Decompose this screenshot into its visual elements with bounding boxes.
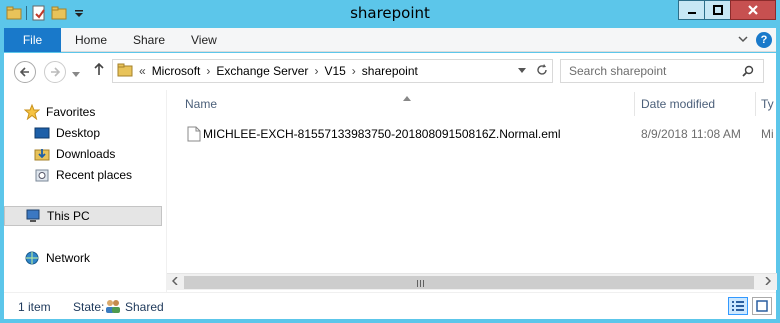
column-separator[interactable]: [755, 92, 756, 116]
tab-share[interactable]: Share: [133, 28, 165, 52]
nav-label: Recent places: [56, 168, 133, 182]
details-view-button[interactable]: [728, 297, 748, 315]
breadcrumb-sharepoint[interactable]: sharepoint: [362, 64, 418, 78]
close-icon: [748, 5, 758, 15]
address-dropdown-icon[interactable]: [518, 64, 526, 79]
tab-home[interactable]: Home: [75, 28, 107, 52]
breadcrumb-overflow[interactable]: «: [139, 64, 146, 78]
back-arrow-icon: [19, 67, 29, 77]
tab-view[interactable]: View: [191, 28, 217, 52]
nav-item-desktop[interactable]: Desktop: [4, 123, 162, 143]
status-bar: 1 item State: Shared: [4, 292, 776, 319]
address-row: « Microsoft › Exchange Server › V15 › sh…: [4, 53, 776, 90]
grip-icon: [416, 279, 426, 289]
breadcrumb-exchange-server[interactable]: Exchange Server: [216, 64, 308, 78]
nav-label: Desktop: [56, 126, 101, 140]
file-list: Name Date modified Ty MICHLEE-EXCH-81557…: [166, 90, 777, 292]
scroll-right-button[interactable]: [760, 275, 776, 290]
recent-places-icon: [34, 167, 50, 183]
star-icon: [23, 103, 41, 121]
column-separator[interactable]: [634, 92, 635, 116]
scrollbar-thumb[interactable]: [184, 276, 754, 289]
navigation-pane: Favorites Desktop Downloads Recent place…: [4, 90, 162, 292]
breadcrumb-separator[interactable]: ›: [314, 64, 318, 78]
expand-ribbon-icon[interactable]: [738, 33, 748, 47]
up-arrow-icon: [94, 62, 104, 75]
minimize-icon: [687, 12, 696, 14]
network-icon: [24, 250, 40, 266]
nav-label: Favorites: [46, 105, 96, 119]
large-icons-view-button[interactable]: [752, 297, 772, 315]
file-type: Mi: [761, 127, 774, 141]
breadcrumb-separator[interactable]: ›: [352, 64, 356, 78]
file-date-modified: 8/9/2018 11:08 AM: [641, 127, 741, 141]
column-header-type[interactable]: Ty: [761, 94, 777, 118]
chevron-right-icon: [765, 276, 772, 286]
downloads-icon: [34, 146, 50, 162]
window-title: sharepoint: [350, 4, 430, 22]
nav-item-this-pc[interactable]: This PC: [4, 206, 162, 226]
maximize-icon: [712, 5, 723, 15]
breadcrumb-microsoft[interactable]: Microsoft: [152, 64, 201, 78]
search-input[interactable]: Search sharepoint: [560, 59, 764, 83]
close-button[interactable]: [730, 0, 776, 20]
breadcrumb-v15[interactable]: V15: [324, 64, 345, 78]
tab-file[interactable]: File: [4, 28, 61, 52]
ribbon-right-controls: ?: [738, 32, 772, 48]
ribbon-tabs: File Home Share View ?: [4, 28, 776, 52]
nav-item-recent-places[interactable]: Recent places: [4, 165, 162, 185]
minimize-button[interactable]: [678, 0, 705, 20]
nav-label: This PC: [47, 209, 90, 223]
scroll-left-button[interactable]: [167, 275, 183, 290]
horizontal-scrollbar[interactable]: [167, 273, 777, 290]
help-icon[interactable]: ?: [756, 32, 772, 48]
address-bar[interactable]: « Microsoft › Exchange Server › V15 › sh…: [112, 59, 553, 83]
details-view-icon: [732, 301, 744, 311]
forward-button[interactable]: [44, 61, 66, 83]
table-row[interactable]: MICHLEE-EXCH-81557133983750-201808091508…: [167, 124, 777, 144]
state-value: Shared: [125, 300, 164, 314]
window-controls: [678, 0, 776, 20]
nav-item-downloads[interactable]: Downloads: [4, 144, 162, 164]
search-icon[interactable]: [742, 65, 754, 80]
file-name: MICHLEE-EXCH-81557133983750-201808091508…: [203, 127, 561, 141]
chevron-left-icon: [171, 276, 178, 286]
folder-icon: [117, 62, 133, 81]
column-header-name[interactable]: Name: [185, 94, 217, 118]
column-header-date-modified[interactable]: Date modified: [641, 94, 715, 118]
desktop-icon: [34, 125, 50, 141]
up-folder-button[interactable]: [93, 62, 105, 79]
content-area: Favorites Desktop Downloads Recent place…: [4, 90, 777, 292]
large-icons-view-icon: [756, 300, 768, 312]
nav-label: Network: [46, 251, 91, 265]
nav-item-favorites[interactable]: Favorites: [4, 102, 162, 122]
nav-item-network[interactable]: Network: [4, 248, 162, 268]
breadcrumb-separator[interactable]: ›: [206, 64, 210, 78]
shared-users-icon: [104, 298, 122, 317]
title-bar: sharepoint: [0, 0, 780, 28]
item-count: 1 item: [18, 300, 51, 314]
sort-ascending-icon: [403, 90, 411, 104]
maximize-button[interactable]: [704, 0, 731, 20]
eml-file-icon: [187, 126, 201, 145]
explorer-window: sharepoint File Home Share View ? « Micr…: [0, 0, 780, 323]
address-tools: [518, 64, 548, 79]
refresh-icon[interactable]: [536, 64, 548, 79]
back-button[interactable]: [14, 61, 36, 83]
nav-label: Downloads: [56, 147, 116, 161]
state-label: State:: [73, 300, 105, 314]
computer-icon: [25, 208, 41, 224]
forward-arrow-icon: [51, 67, 61, 77]
recent-locations-icon[interactable]: [72, 67, 80, 81]
